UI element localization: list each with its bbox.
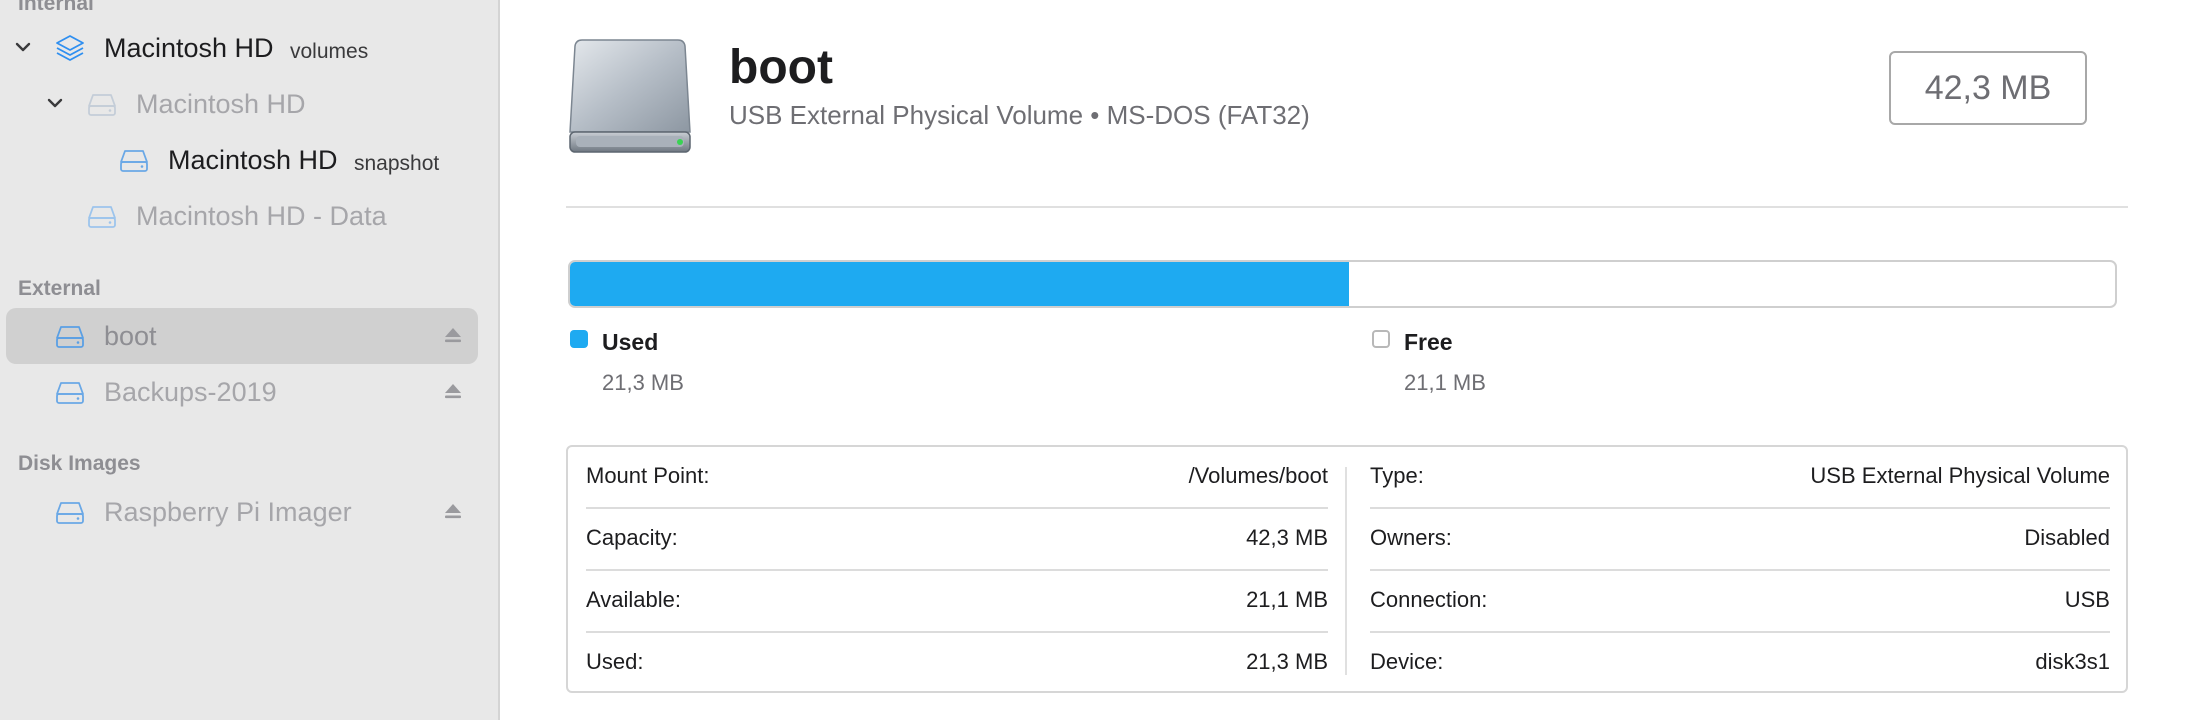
sidebar: Internal Macintosh HD volumes Macintosh … [0,0,500,720]
chevron-down-icon[interactable] [10,34,36,60]
eject-icon[interactable] [442,500,464,522]
info-row-available: Available: 21,1 MB [586,571,1328,633]
eject-icon[interactable] [442,380,464,402]
info-row-used: Used: 21,3 MB [586,633,1328,695]
sidebar-item-suffix: volumes [290,40,369,63]
free-value: 21,1 MB [1404,370,1486,395]
chevron-down-icon[interactable] [42,90,68,116]
info-key: Owners: [1370,525,1452,550]
info-key: Mount Point: [586,463,710,488]
info-key: Device: [1370,649,1444,674]
drive-icon [88,206,116,228]
sidebar-item-suffix: snapshot [354,152,440,175]
free-label: Free [1404,329,1453,355]
info-key: Type: [1370,463,1424,488]
info-row-connection: Connection: USB [1370,571,2110,633]
info-column-separator [1345,467,1347,675]
info-value: USB [2064,587,2110,612]
usage-bar [568,260,2117,308]
header-divider [566,206,2128,208]
usage-bar-used-segment [570,262,1349,306]
sidebar-item-macintosh-hd[interactable]: Macintosh HD [6,76,478,132]
info-row-device: Device: disk3s1 [1370,633,2110,695]
info-table: Mount Point: /Volumes/boot Capacity: 42,… [566,445,2128,693]
sidebar-item-label: Backups-2019 [104,377,277,407]
sidebar-item-label: Macintosh HD [136,89,306,119]
info-value: 21,3 MB [1246,649,1328,674]
volume-size-badge: 42,3 MB [1889,51,2087,125]
info-row-type: Type: USB External Physical Volume [1370,447,2110,509]
eject-icon[interactable] [442,324,464,346]
info-key: Capacity: [586,525,678,550]
drive-icon [56,502,84,524]
info-value: disk3s1 [2035,649,2110,674]
section-header-internal: Internal [18,0,94,15]
sidebar-item-label: Raspberry Pi Imager [104,497,352,527]
info-value: Disabled [2024,525,2110,550]
sidebar-item-macintosh-hd-volumes[interactable]: Macintosh HD volumes [6,20,478,76]
sidebar-item-label: Macintosh HD [104,33,274,63]
sidebar-item-raspberry-pi-imager[interactable]: Raspberry Pi Imager [6,484,478,540]
used-swatch [570,330,588,348]
drive-icon [56,382,84,404]
section-header-disk-images: Disk Images [18,452,141,475]
disk-utility-window: Internal Macintosh HD volumes Macintosh … [0,0,2186,720]
layers-icon [56,35,84,61]
free-swatch [1372,330,1390,348]
info-key: Connection: [1370,587,1488,612]
info-value: /Volumes/boot [1188,463,1328,488]
info-row-mount-point: Mount Point: /Volumes/boot [586,447,1328,509]
info-key: Used: [586,649,644,674]
main-panel: boot USB External Physical Volume • MS-D… [500,0,2186,720]
info-value: 42,3 MB [1246,525,1328,550]
sidebar-item-label: Macintosh HD [168,145,338,175]
used-value: 21,3 MB [602,370,684,395]
volume-size-value: 42,3 MB [1924,68,2052,107]
sidebar-item-backups-2019[interactable]: Backups-2019 [6,364,478,420]
sidebar-item-label: Macintosh HD - Data [136,201,387,231]
info-key: Available: [586,587,681,612]
volume-name: boot [729,41,833,94]
section-header-external: External [18,277,101,300]
drive-icon [56,326,84,348]
info-value: USB External Physical Volume [1810,463,2110,488]
used-label: Used [602,329,659,355]
sidebar-item-boot[interactable]: boot [6,308,478,364]
info-row-owners: Owners: Disabled [1370,509,2110,571]
sidebar-item-label: boot [104,321,157,351]
sidebar-item-macintosh-hd-data[interactable]: Macintosh HD - Data [6,188,478,244]
volume-subtitle: USB External Physical Volume • MS-DOS (F… [729,100,1310,130]
sidebar-item-macintosh-hd-snapshot[interactable]: Macintosh HD snapshot [6,132,478,188]
drive-icon [120,150,148,172]
external-disk-icon [569,39,691,153]
info-value: 21,1 MB [1246,587,1328,612]
info-row-capacity: Capacity: 42,3 MB [586,509,1328,571]
drive-icon [88,94,116,116]
